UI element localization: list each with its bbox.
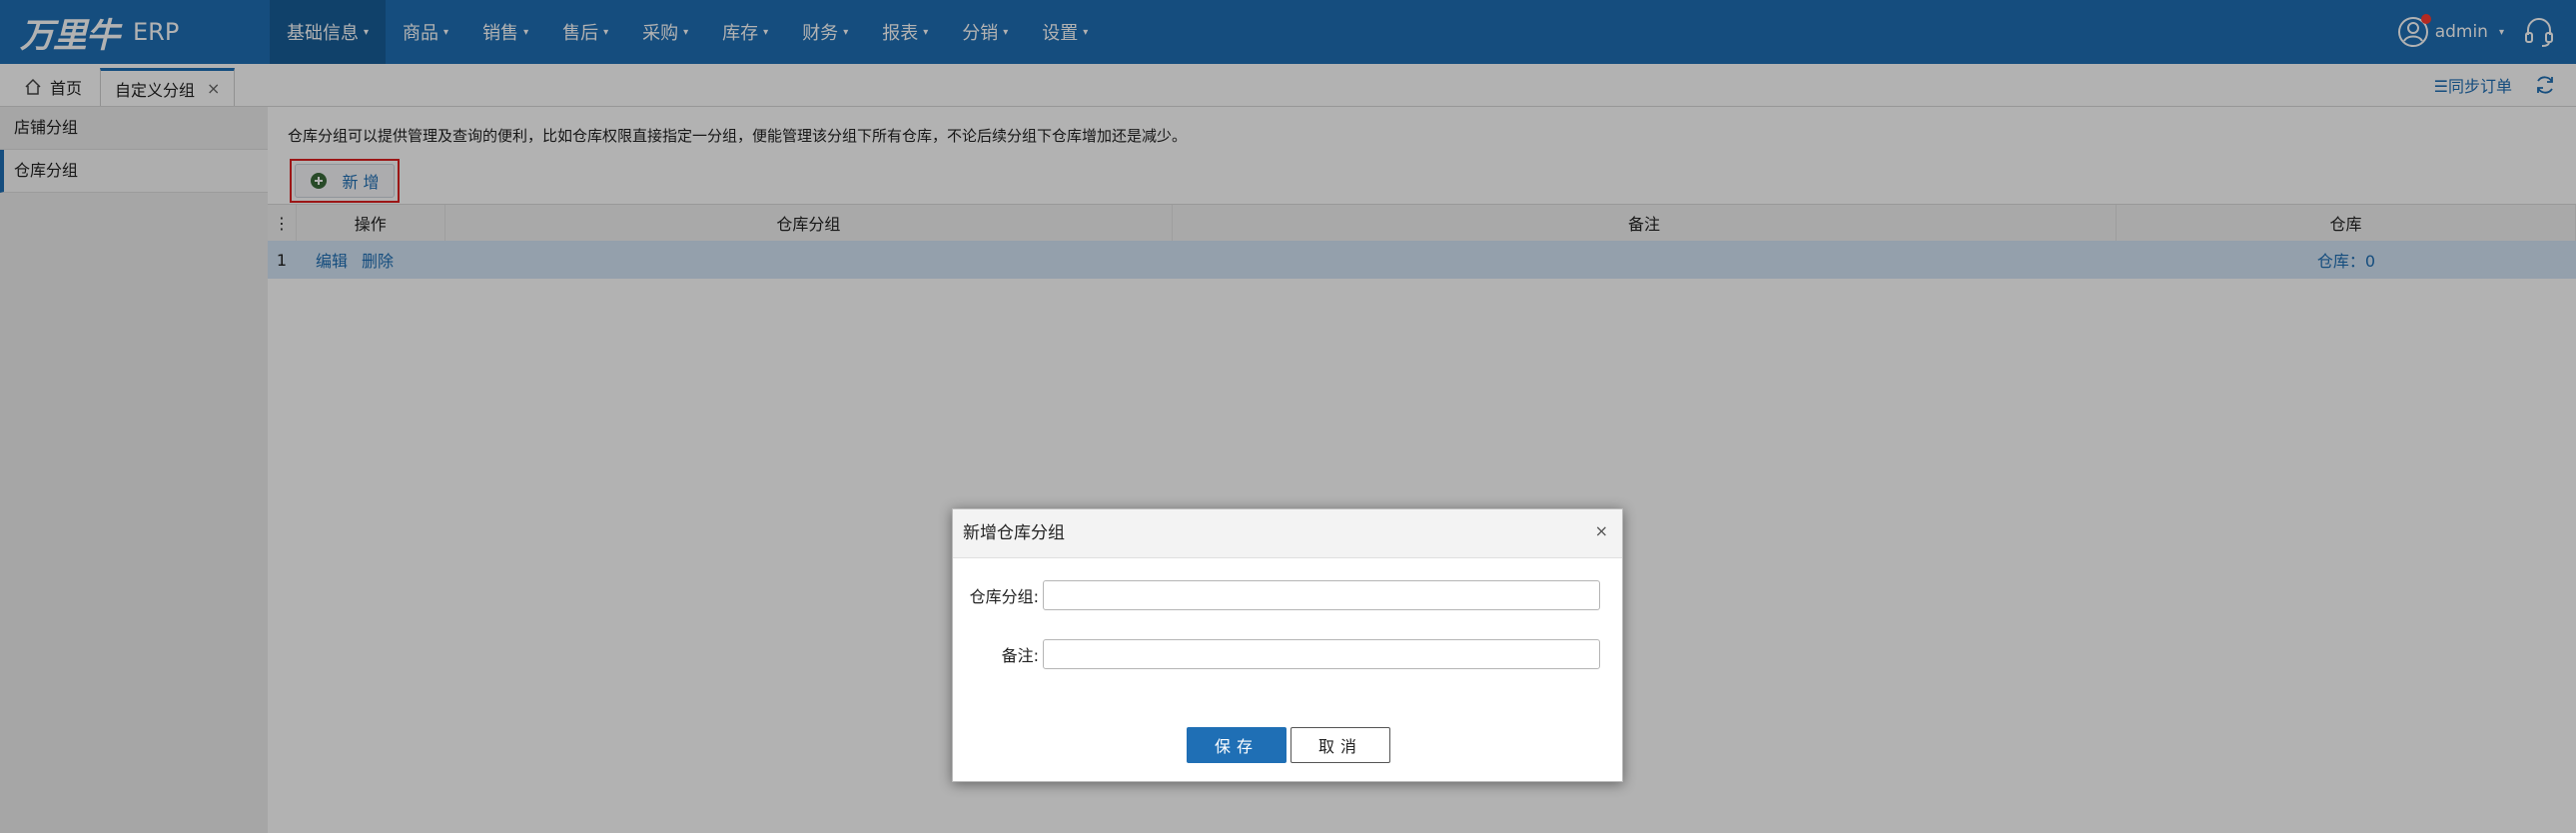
- warehouse-group-label: 仓库分组:: [969, 587, 1039, 606]
- remark-label: 备注:: [1001, 646, 1039, 665]
- dialog-header: 新增仓库分组 ×: [953, 509, 1622, 558]
- save-button[interactable]: 保存: [1187, 727, 1287, 763]
- form-row-group: 仓库分组:: [953, 578, 1624, 612]
- close-icon[interactable]: ×: [1595, 509, 1608, 553]
- warehouse-group-input[interactable]: [1043, 580, 1600, 610]
- add-warehouse-group-dialog: 新增仓库分组 × 仓库分组: 备注: 保存 取消: [952, 508, 1623, 782]
- cancel-button[interactable]: 取消: [1290, 727, 1390, 763]
- dialog-title: 新增仓库分组: [963, 523, 1065, 543]
- form-row-remark: 备注:: [953, 637, 1624, 671]
- remark-input[interactable]: [1043, 639, 1600, 669]
